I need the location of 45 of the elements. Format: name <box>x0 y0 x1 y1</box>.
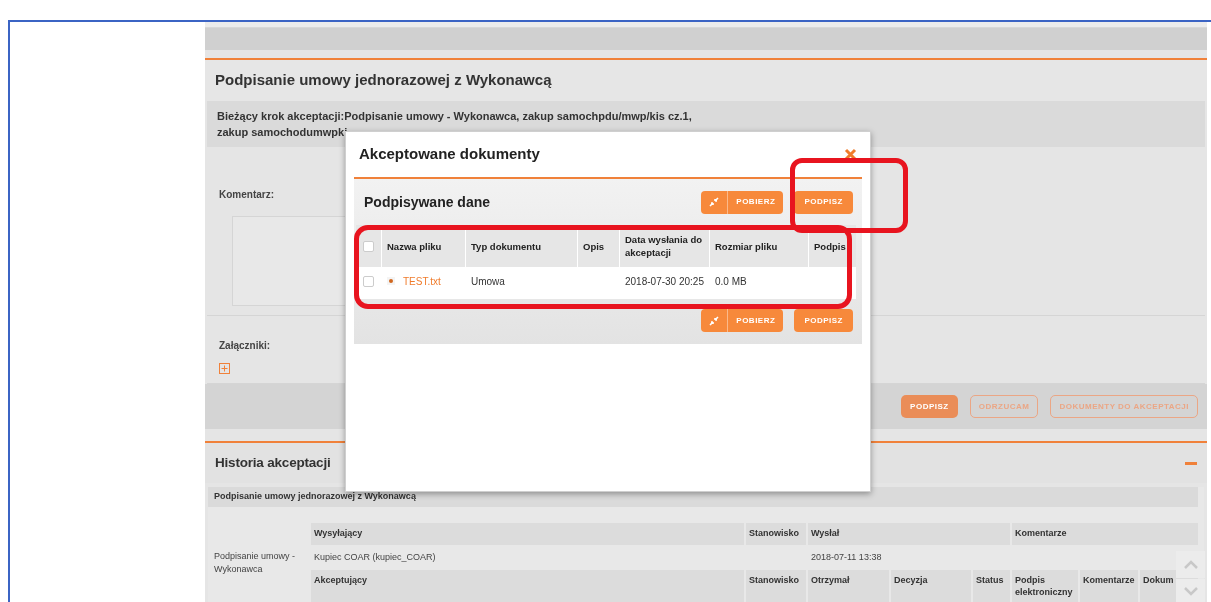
table-cell-text: 2018-07-30 20:25 <box>624 274 705 289</box>
table-cell-text: 0.0 MB <box>714 274 748 289</box>
column-header: Podpis elektroniczny <box>1012 570 1078 602</box>
action-button[interactable]: ODRZUCAM <box>969 395 1039 419</box>
checkbox[interactable] <box>363 240 374 252</box>
arrows-icon <box>709 197 720 207</box>
sign-button[interactable]: PODPISZ <box>901 395 958 419</box>
panel-title: Podpisywane dane <box>364 192 491 212</box>
column-header: Otrzymał <box>808 570 889 602</box>
file-icon <box>387 277 395 285</box>
checkbox[interactable] <box>363 275 374 287</box>
add-icon[interactable] <box>219 363 230 375</box>
download-button[interactable]: POBIERZ <box>701 190 784 214</box>
table-cell-text: Umowa <box>470 274 506 289</box>
column-header: Komentarze <box>1012 523 1198 545</box>
chevron-down-icon <box>1182 585 1199 596</box>
column-header: Stanowisko <box>746 523 806 545</box>
download-button[interactable]: POBIERZ <box>701 309 784 332</box>
column-header: Stanowisko <box>746 570 806 602</box>
current-step-text: zakup samochodumwpki <box>217 125 349 141</box>
file-link[interactable]: TEST.txt <box>403 273 441 289</box>
step-name: Podpisanie umowy - Wykonawca <box>214 549 297 576</box>
section-title: Podpisanie umowy jednorazowej z Wykonawcą <box>215 70 552 91</box>
column-header: Wysłał <box>808 523 1010 545</box>
column-header: Akceptujący <box>311 570 744 602</box>
table-cell-text: Kupiec COAR (kupiec_COAR) <box>313 550 437 564</box>
history-title: Historia akceptacji <box>215 454 331 473</box>
current-step-text: Bieżący krok akceptacji:Podpisanie umowy - Wykonawca, zakup samochpdu/mwp/kis cz.1, <box>217 109 693 125</box>
dialog-title: Akceptowane dokumenty <box>359 144 540 165</box>
column-header: Decyzja <box>891 570 971 602</box>
sign-button[interactable]: PODPISZ <box>794 190 853 214</box>
scroll-down-button[interactable] <box>1176 579 1205 602</box>
arrows-icon <box>709 315 720 326</box>
column-header: Wysyłający <box>311 523 744 545</box>
close-icon[interactable] <box>844 148 857 161</box>
group-title: Podpisanie umowy jednorazowej z Wykonawcą <box>214 490 416 504</box>
comment-label: Komentarz: <box>219 188 274 203</box>
column-header: Komentarze <box>1080 570 1138 602</box>
column-header: Status <box>973 570 1010 602</box>
action-button[interactable]: DOKUMENTY DO AKCEPTACJI <box>1050 395 1198 419</box>
scroll-up-button[interactable] <box>1176 551 1205 578</box>
sign-button[interactable]: PODPISZ <box>794 309 853 332</box>
table-cell-text: 2018-07-11 13:38 <box>810 550 883 564</box>
chevron-up-icon <box>1182 559 1199 570</box>
attachments-label: Załączniki: <box>219 339 271 354</box>
